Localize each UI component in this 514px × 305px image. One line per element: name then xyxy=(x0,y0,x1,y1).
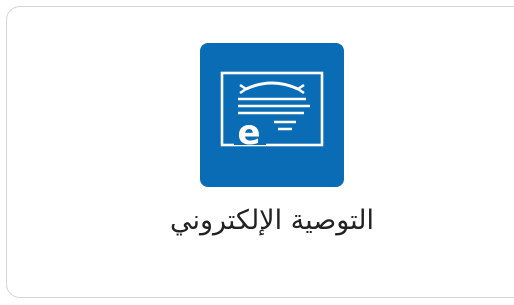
service-card[interactable]: e التوصية الإلكتروني xyxy=(6,6,514,298)
service-label: التوصية الإلكتروني xyxy=(169,205,375,236)
service-icon-tile[interactable]: e xyxy=(200,43,344,187)
e-document-icon: e xyxy=(220,71,324,153)
e-letter: e xyxy=(237,113,260,153)
